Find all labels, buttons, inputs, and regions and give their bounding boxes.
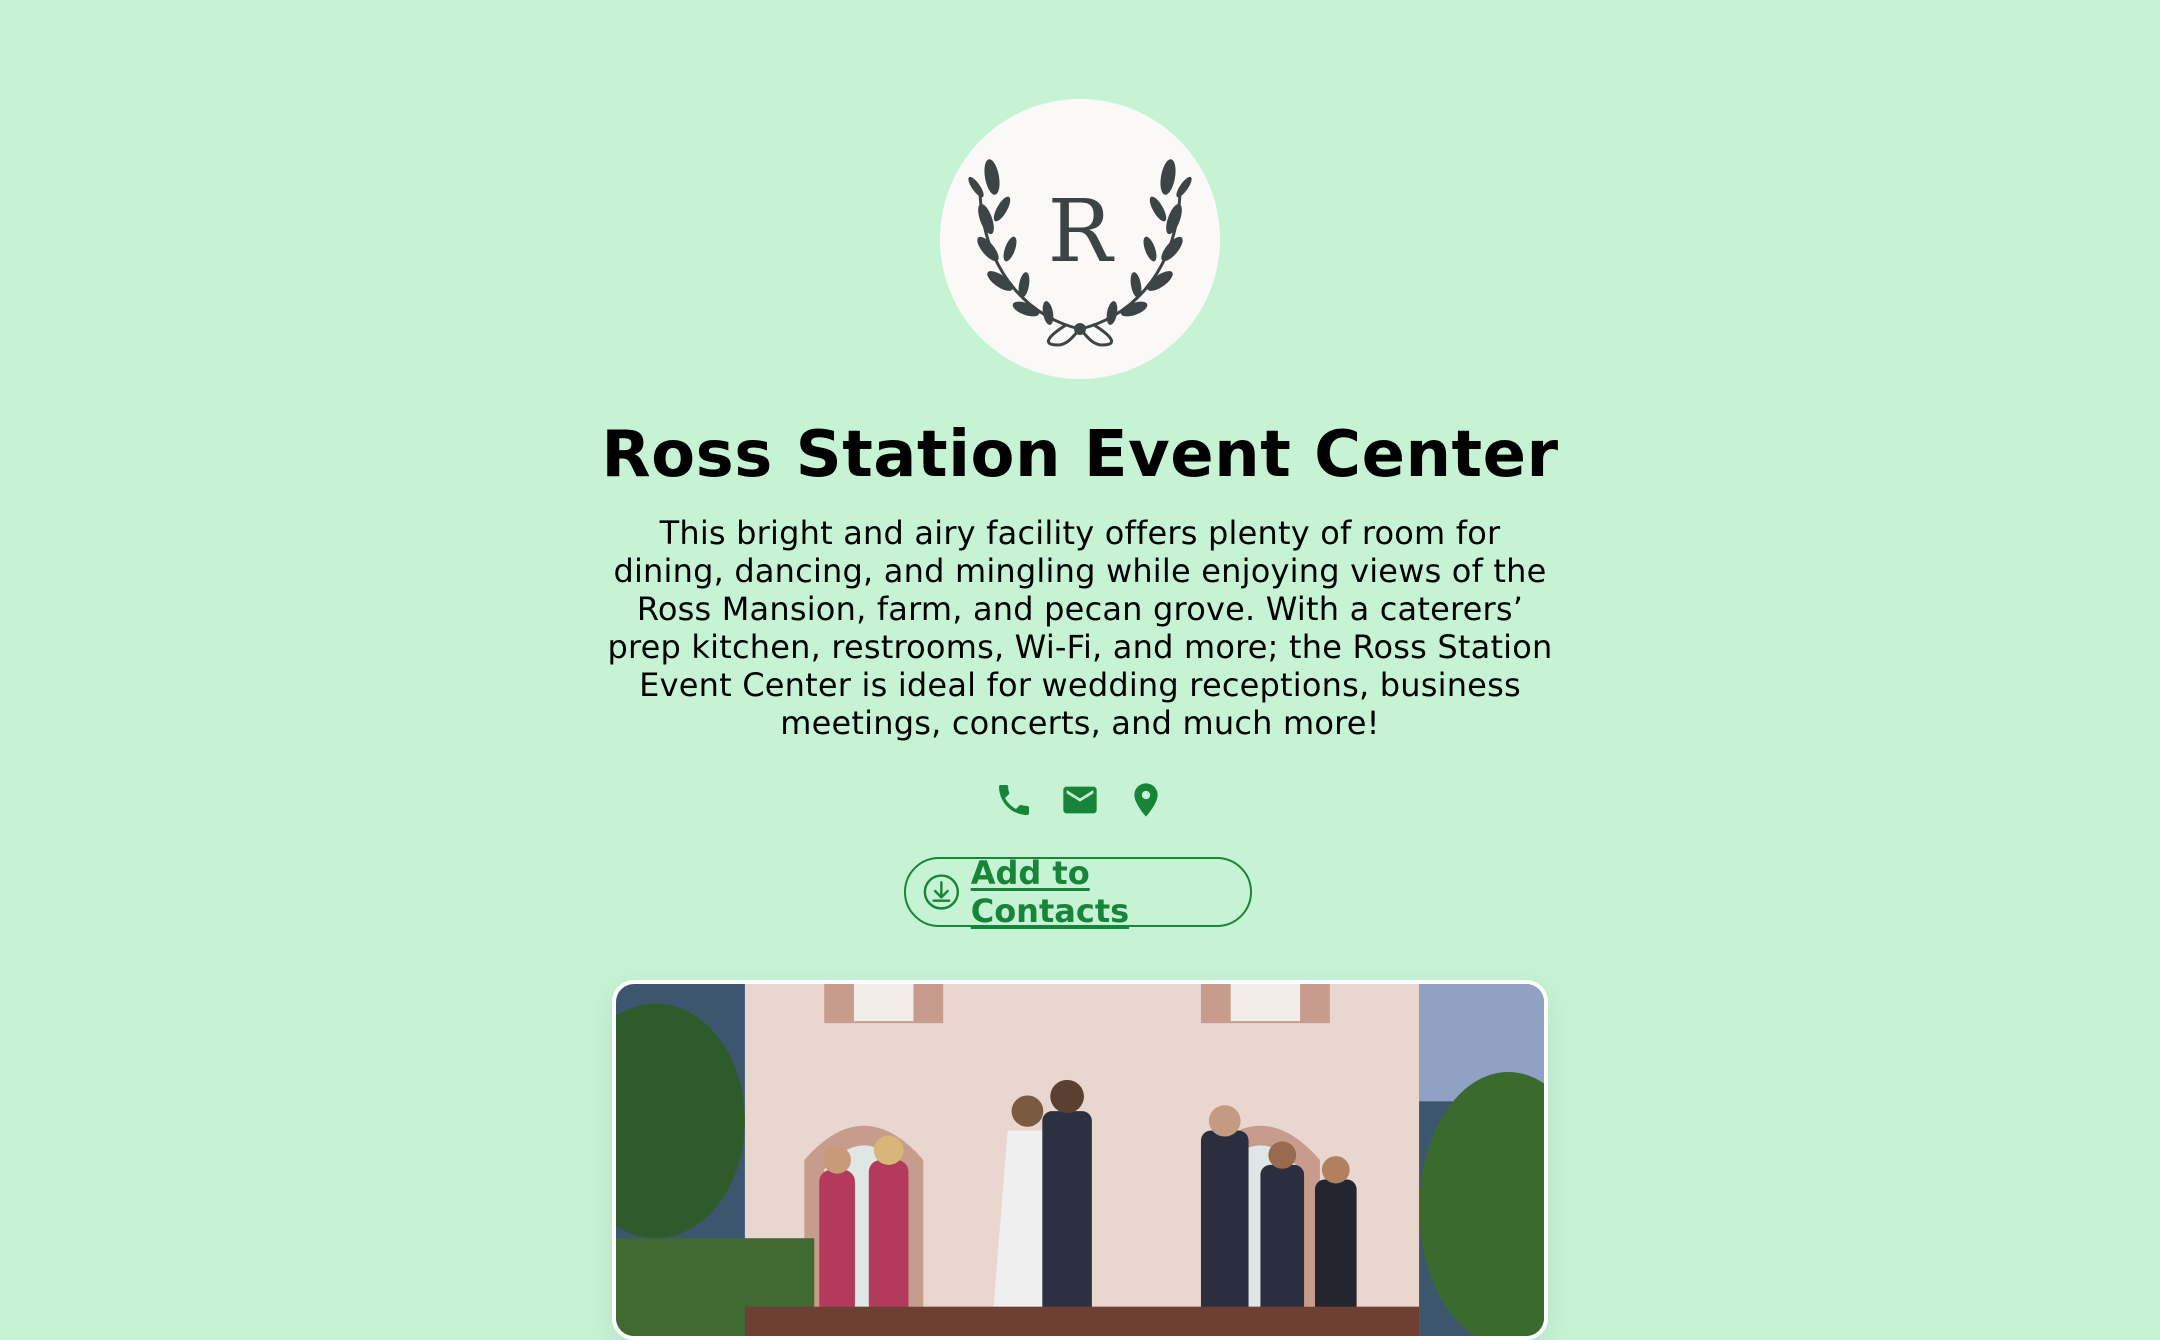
page-title: Ross Station Event Center — [601, 418, 1559, 492]
wedding-ceremony-photo — [616, 984, 1544, 1336]
mail-icon[interactable] — [1059, 776, 1101, 824]
download-icon — [923, 874, 960, 910]
location-pin-icon[interactable] — [1125, 776, 1167, 824]
monogram-wreath-logo: R — [968, 159, 1192, 347]
add-to-contacts-button[interactable]: Add to Contacts — [904, 854, 1252, 930]
add-to-contacts-label: Add to Contacts — [970, 854, 1130, 930]
avatar: R — [940, 99, 1220, 379]
profile-page: R Ross Station Event Center This bright … — [0, 0, 2160, 1340]
phone-icon[interactable] — [993, 776, 1035, 824]
monogram-letter: R — [1048, 182, 1115, 282]
venue-photo — [612, 980, 1548, 1340]
venue-description: This bright and airy facility offers ple… — [607, 514, 1553, 742]
contact-icon-row — [0, 776, 2160, 824]
